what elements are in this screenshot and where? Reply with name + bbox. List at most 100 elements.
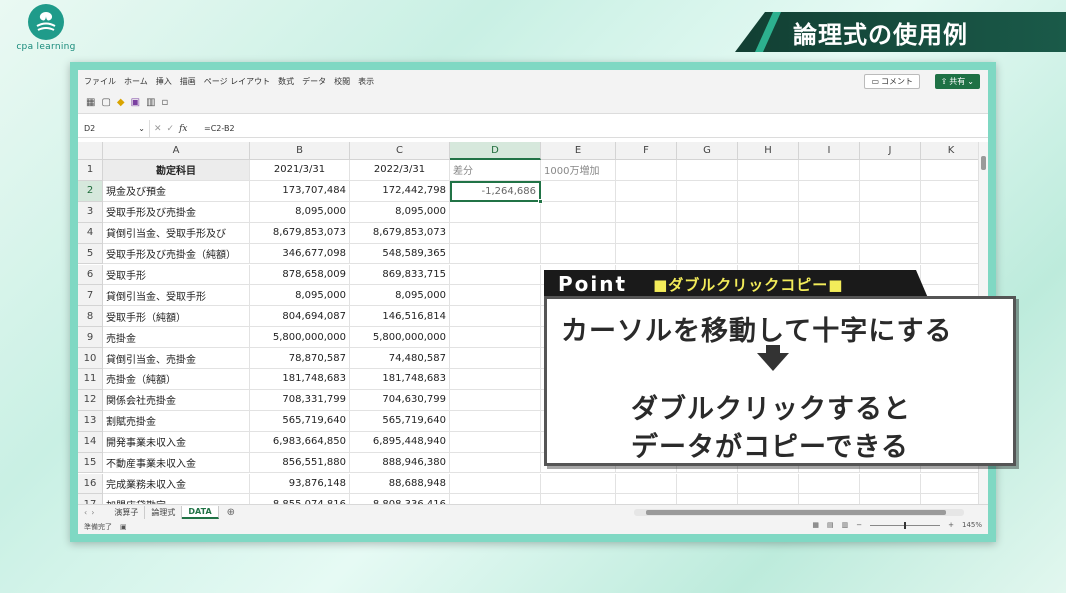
table-cell[interactable]: 割賦売掛金 (103, 410, 250, 432)
table-cell[interactable] (677, 243, 738, 265)
table-cell[interactable] (616, 243, 677, 265)
table-cell[interactable]: 8,095,000 (250, 285, 350, 307)
row-header[interactable]: 4 (78, 222, 103, 244)
zoom-slider[interactable] (870, 521, 941, 529)
table-cell[interactable] (677, 160, 738, 181)
table-cell[interactable] (738, 473, 799, 495)
vertical-scroll-thumb[interactable] (981, 156, 986, 170)
table-cell[interactable]: 5,800,000,000 (350, 327, 450, 349)
table-cell[interactable] (541, 243, 616, 265)
column-header-k[interactable]: K (921, 142, 978, 160)
table-cell[interactable] (738, 222, 799, 244)
column-header-b[interactable]: B (250, 142, 350, 160)
table-cell[interactable] (616, 473, 677, 495)
table-cell[interactable] (616, 201, 677, 223)
table-cell[interactable] (677, 201, 738, 223)
column-header-j[interactable]: J (860, 142, 921, 160)
table-cell[interactable] (450, 389, 541, 411)
table-cell[interactable]: 548,589,365 (350, 243, 450, 265)
row-header[interactable]: 13 (78, 410, 103, 432)
add-sheet-icon[interactable]: ⊕ (227, 507, 235, 518)
zoom-out-icon[interactable]: − (856, 521, 862, 529)
table-cell[interactable] (541, 494, 616, 504)
table-cell[interactable] (450, 369, 541, 390)
table-cell[interactable]: 差分 (450, 160, 541, 181)
table-cell[interactable] (450, 201, 541, 223)
table-cell[interactable]: 2022/3/31 (350, 160, 450, 181)
column-header-a[interactable]: A (103, 142, 250, 160)
table-cell[interactable]: 1000万増加 (541, 160, 616, 181)
table-cell[interactable] (677, 473, 738, 495)
row-header[interactable]: 5 (78, 243, 103, 265)
column-header-c[interactable]: C (350, 142, 450, 160)
table-cell[interactable] (921, 474, 978, 495)
save-icon[interactable]: ▣ (131, 97, 140, 108)
sheet-tab-data[interactable]: DATA (182, 506, 219, 519)
normal-view-icon[interactable]: ▦ (812, 521, 819, 529)
fx-icon[interactable]: fx (179, 124, 187, 134)
menu-item[interactable]: 表示 (358, 76, 374, 87)
table-cell[interactable] (921, 265, 978, 286)
table-cell[interactable]: 6,983,664,850 (250, 431, 350, 453)
table-cell[interactable]: 804,694,087 (250, 306, 350, 328)
table-cell[interactable] (921, 494, 978, 504)
table-icon[interactable]: ▦ (86, 97, 95, 108)
table-cell[interactable]: 8,855,074,816 (250, 494, 350, 504)
table-cell[interactable] (799, 494, 860, 504)
table-cell[interactable]: 売掛金（純額） (103, 369, 250, 390)
table-cell[interactable]: 878,658,009 (250, 264, 350, 286)
table-cell[interactable] (450, 494, 541, 504)
row-header[interactable]: 2 (78, 180, 103, 202)
table-cell[interactable]: 181,748,683 (250, 369, 350, 390)
menu-item[interactable]: ファイル (84, 76, 116, 87)
table-cell[interactable] (738, 243, 799, 265)
menu-item[interactable]: 数式 (278, 76, 294, 87)
table-cell[interactable]: 受取手形及び売掛金（純額） (103, 243, 250, 265)
row-header[interactable]: 16 (78, 473, 103, 495)
row-header[interactable]: 7 (78, 285, 103, 307)
customize-icon[interactable]: ▫ (162, 97, 169, 108)
share-button[interactable]: ⇪ 共有 ⌄ (934, 74, 980, 89)
select-all-corner[interactable] (78, 142, 103, 160)
row-header[interactable]: 8 (78, 306, 103, 328)
row-header[interactable]: 15 (78, 452, 103, 474)
column-header-h[interactable]: H (738, 142, 799, 160)
table-cell[interactable] (799, 473, 860, 495)
table-cell[interactable] (450, 243, 541, 265)
table-cell[interactable] (860, 201, 921, 223)
table-cell[interactable] (450, 306, 541, 328)
table-cell[interactable]: 不動産事業未収入金 (103, 452, 250, 474)
table-cell[interactable] (677, 222, 738, 244)
menu-item[interactable]: 校閲 (334, 76, 350, 87)
table-cell[interactable]: 貸倒引当金、受取手形及び (103, 222, 250, 244)
table-cell[interactable] (450, 473, 541, 495)
table-cell[interactable] (450, 410, 541, 432)
table-cell[interactable]: 売掛金 (103, 327, 250, 349)
page-layout-icon[interactable]: ▤ (827, 521, 834, 529)
table-cell[interactable] (921, 202, 978, 223)
menu-item[interactable]: データ (302, 76, 326, 87)
table-cell[interactable]: 856,551,880 (250, 452, 350, 474)
table-cell[interactable] (450, 264, 541, 286)
table-cell[interactable] (921, 160, 978, 181)
row-header[interactable]: 10 (78, 348, 103, 369)
table-cell[interactable]: 74,480,587 (350, 348, 450, 369)
table-cell[interactable] (799, 180, 860, 202)
paste-icon[interactable]: ▢ (101, 97, 110, 108)
zoom-level[interactable]: 145% (962, 521, 982, 529)
table-cell[interactable] (799, 222, 860, 244)
menu-item[interactable]: ページ レイアウト (204, 76, 270, 87)
table-cell[interactable]: 開発事業未収入金 (103, 431, 250, 453)
column-header-g[interactable]: G (677, 142, 738, 160)
table-cell[interactable]: 181,748,683 (350, 369, 450, 390)
table-cell[interactable]: 8,095,000 (350, 201, 450, 223)
active-cell[interactable]: -1,264,686 (450, 180, 541, 202)
table-cell[interactable] (450, 348, 541, 369)
fill-handle[interactable] (538, 198, 543, 204)
row-header[interactable]: 1 (78, 160, 103, 181)
table-cell[interactable] (860, 160, 921, 181)
row-header[interactable]: 9 (78, 327, 103, 349)
table-cell[interactable] (616, 160, 677, 181)
table-cell[interactable] (799, 160, 860, 181)
table-cell[interactable]: 78,870,587 (250, 348, 350, 369)
